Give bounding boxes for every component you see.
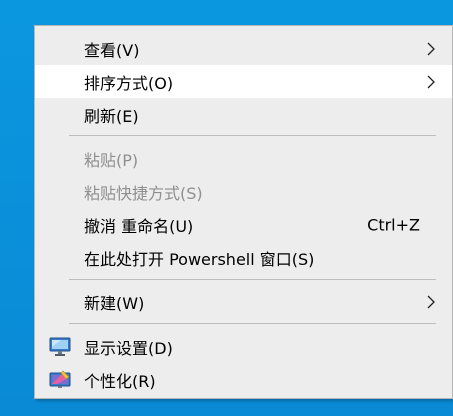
menu-item-label: 粘贴(P)	[84, 150, 139, 170]
display-settings-icon	[49, 337, 71, 356]
menu-item-label: 新建(W)	[84, 293, 145, 313]
menu-item-label: 查看(V)	[84, 40, 140, 60]
menu-item-label: 显示设置(D)	[84, 338, 173, 358]
menu-item-label: 撤消 重命名(U)	[84, 216, 194, 236]
chevron-right-icon	[427, 42, 435, 55]
menu-separator	[69, 323, 436, 324]
menu-item-sort-by[interactable]: 排序方式(O)	[35, 65, 452, 98]
menu-item-refresh[interactable]: 刷新(E)	[35, 98, 452, 131]
menu-item-label: 刷新(E)	[84, 106, 139, 126]
menu-item-shortcut: Ctrl+Z	[367, 215, 420, 234]
menu-item-label: 粘贴快捷方式(S)	[84, 183, 203, 203]
menu-item-paste: 粘贴(P)	[35, 142, 452, 175]
menu-item-label: 在此处打开 Powershell 窗口(S)	[84, 249, 315, 269]
menu-separator	[69, 135, 436, 136]
menu-item-new[interactable]: 新建(W)	[35, 285, 452, 318]
context-menu: 查看(V) 排序方式(O) 刷新(E) 粘贴(P) 粘贴快捷方式(S) 撤消 重…	[34, 25, 453, 399]
menu-item-personalize[interactable]: 个性化(R)	[35, 363, 452, 396]
menu-item-display-settings[interactable]: 显示设置(D)	[35, 330, 452, 363]
menu-item-open-powershell[interactable]: 在此处打开 Powershell 窗口(S)	[35, 241, 452, 274]
menu-item-label: 个性化(R)	[84, 371, 156, 391]
menu-item-paste-shortcut: 粘贴快捷方式(S)	[35, 175, 452, 208]
menu-item-label: 排序方式(O)	[84, 73, 174, 93]
chevron-right-icon	[427, 295, 435, 308]
menu-separator	[69, 279, 436, 280]
chevron-right-icon	[427, 75, 435, 88]
menu-item-undo-rename[interactable]: 撤消 重命名(U) Ctrl+Z	[35, 208, 452, 241]
menu-item-view[interactable]: 查看(V)	[35, 32, 452, 65]
personalize-icon	[49, 370, 71, 388]
